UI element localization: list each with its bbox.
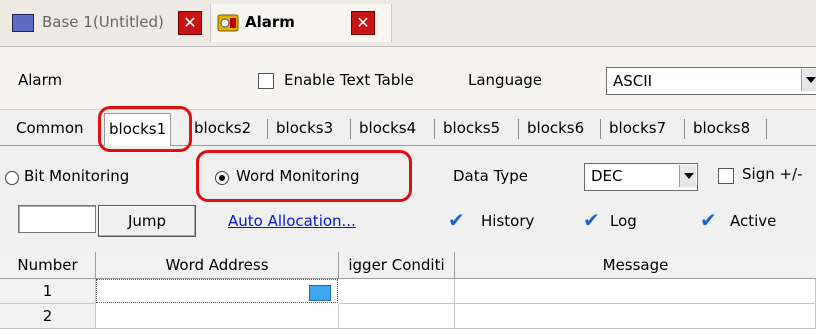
close-alarm-icon[interactable]: ✕: [351, 11, 375, 35]
log-label: Log: [610, 212, 637, 230]
language-select[interactable]: ASCII: [606, 67, 816, 95]
screen-icon: [12, 14, 34, 32]
word-monitoring-label: Word Monitoring: [236, 167, 360, 185]
bit-monitoring-label: Bit Monitoring: [24, 167, 130, 185]
row-number-cell: 2: [0, 304, 96, 329]
active-label: Active: [730, 212, 777, 230]
language-label: Language: [468, 71, 543, 89]
sign-label: Sign +/-: [742, 165, 803, 183]
enable-text-table-checkbox[interactable]: [258, 73, 274, 89]
tab-blocks3[interactable]: blocks3: [272, 113, 337, 143]
sign-checkbox[interactable]: [718, 168, 734, 184]
tab-blocks6[interactable]: blocks6: [523, 113, 588, 143]
alarm-title: Alarm: [18, 71, 63, 89]
history-label: History: [481, 212, 535, 230]
blocks1-highlight: [98, 106, 192, 152]
tab-base1-label: Base 1(Untitled): [42, 13, 164, 31]
tab-common[interactable]: Common: [12, 113, 88, 143]
col-header-word-address[interactable]: Word Address: [96, 252, 339, 279]
tab-separator: [600, 119, 601, 139]
calculator-icon[interactable]: [309, 285, 331, 301]
enable-text-table-label: Enable Text Table: [284, 71, 414, 89]
bit-monitoring-radio[interactable]: [5, 171, 19, 185]
col-header-message[interactable]: Message: [455, 252, 816, 279]
word-address-cell[interactable]: [96, 279, 338, 303]
col-header-trigger-condition[interactable]: igger Conditi: [339, 252, 455, 279]
row-number-cell: 1: [0, 279, 96, 304]
tab-blocks8[interactable]: blocks8: [689, 113, 754, 143]
tab-alarm[interactable]: Alarm ✕: [210, 4, 392, 42]
chevron-down-icon[interactable]: [679, 165, 696, 187]
active-check-icon[interactable]: ✔: [700, 208, 717, 232]
tab-separator: [518, 119, 519, 139]
word-address-cell[interactable]: [96, 304, 339, 329]
chevron-down-icon[interactable]: [801, 69, 816, 91]
jump-button[interactable]: Jump: [98, 205, 196, 237]
history-check-icon[interactable]: ✔: [448, 208, 465, 232]
alarm-settings-bar: Alarm Enable Text Table Language ASCII: [0, 47, 816, 110]
message-cell[interactable]: [455, 279, 816, 304]
jump-input[interactable]: [18, 205, 96, 233]
document-tabstrip: Base 1(Untitled) ✕ Alarm ✕: [0, 0, 816, 47]
tab-blocks5[interactable]: blocks5: [439, 113, 504, 143]
tab-blocks7[interactable]: blocks7: [605, 113, 670, 143]
log-check-icon[interactable]: ✔: [583, 208, 600, 232]
alarm-bell-icon: [217, 13, 239, 33]
tab-separator: [684, 119, 685, 139]
data-type-select[interactable]: DEC: [584, 163, 698, 191]
col-header-number[interactable]: Number: [0, 252, 96, 279]
data-type-value: DEC: [591, 167, 623, 185]
close-base1-icon[interactable]: ✕: [178, 11, 202, 35]
tab-separator: [267, 119, 268, 139]
trigger-condition-cell[interactable]: [339, 304, 455, 329]
tab-blocks4[interactable]: blocks4: [355, 113, 420, 143]
message-cell[interactable]: [455, 304, 816, 329]
tab-separator: [434, 119, 435, 139]
tab-blocks2[interactable]: blocks2: [190, 113, 255, 143]
tab-separator: [766, 119, 767, 139]
data-type-label: Data Type: [453, 167, 529, 185]
language-value: ASCII: [613, 72, 653, 90]
tab-alarm-label: Alarm: [245, 13, 295, 31]
word-monitoring-radio[interactable]: [215, 171, 229, 185]
tab-separator: [350, 119, 351, 139]
tab-base1[interactable]: Base 1(Untitled) ✕: [6, 4, 206, 42]
alarm-grid: Number Word Address igger Conditi Messag…: [0, 252, 816, 330]
trigger-condition-cell[interactable]: [339, 279, 455, 304]
auto-allocation-link[interactable]: Auto Allocation...: [228, 212, 356, 230]
